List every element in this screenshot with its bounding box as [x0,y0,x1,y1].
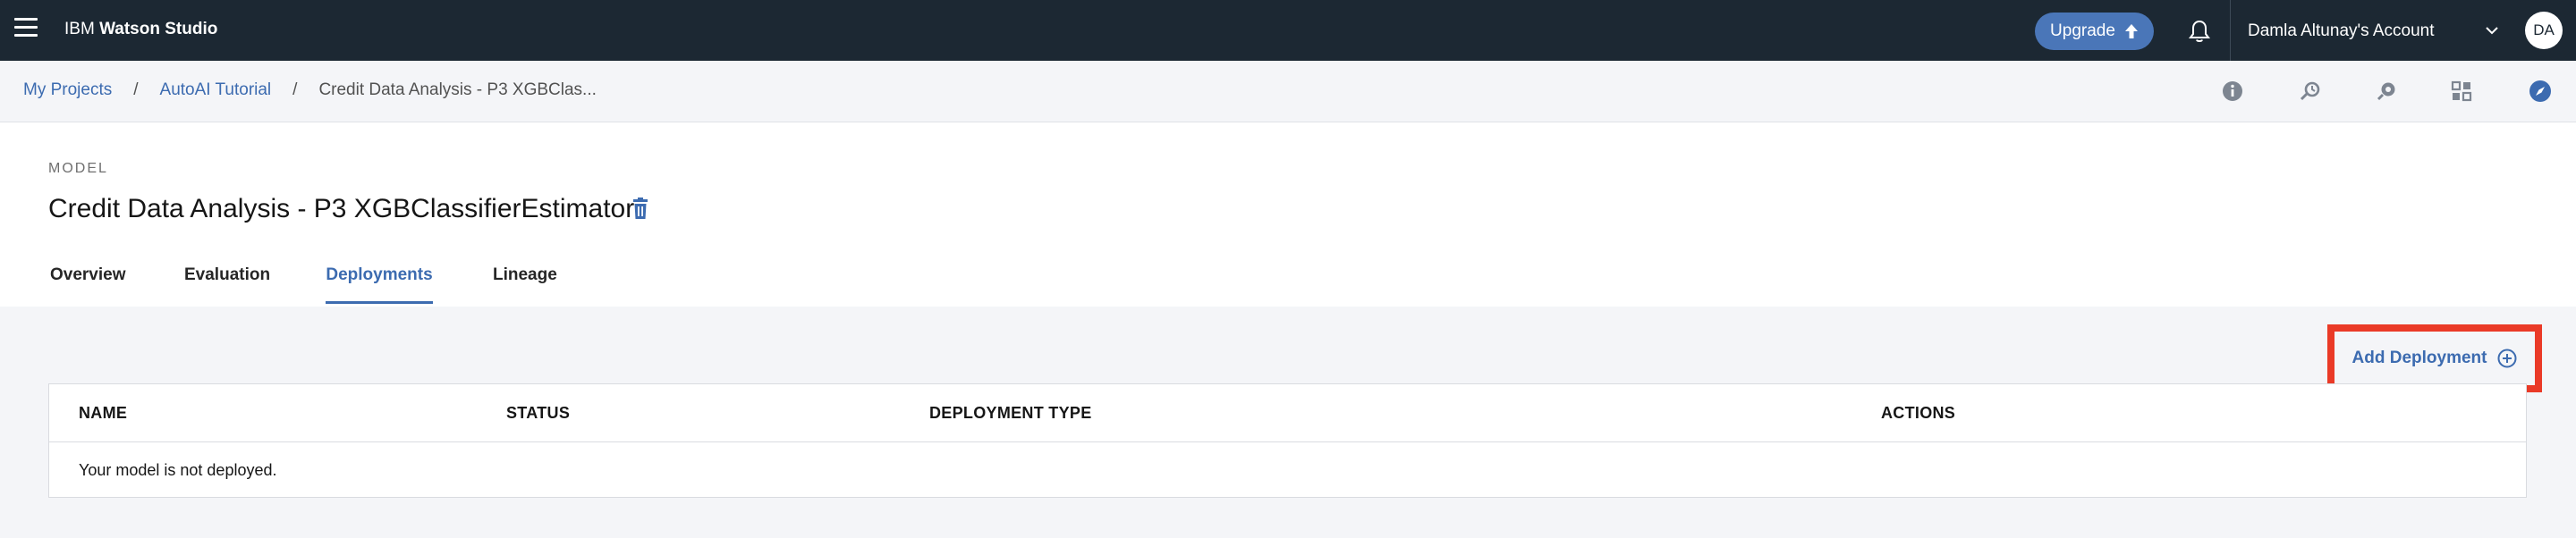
breadcrumb-current: Credit Data Analysis - P3 XGBClas... [318,80,597,99]
history-icon[interactable] [2298,79,2323,104]
tab-overview[interactable]: Overview [50,256,140,304]
tab-lineage[interactable]: Lineage [493,256,573,304]
add-deployment-label: Add Deployment [2351,349,2487,367]
add-circle-icon [2497,349,2517,368]
column-header-status[interactable]: STATUS [506,404,570,423]
upgrade-arrow-icon [2124,24,2138,38]
breadcrumb-my-projects[interactable]: My Projects [23,80,112,100]
hamburger-menu-icon[interactable] [14,18,38,39]
compass-icon[interactable] [2528,79,2553,104]
column-header-deployment-type[interactable]: DEPLOYMENT TYPE [929,404,1092,423]
upgrade-label: Upgrade [2050,21,2115,40]
breadcrumb-separator: / [133,80,139,99]
chevron-down-icon[interactable] [2485,25,2499,36]
breadcrumb: My Projects / AutoAI Tutorial / Credit D… [23,80,597,100]
tab-deployments[interactable]: Deployments [326,256,433,304]
notifications-bell-icon[interactable] [2188,19,2211,44]
top-navigation-bar: IBM Watson Studio Upgrade Damla Altunay'… [0,0,2576,61]
tab-evaluation[interactable]: Evaluation [184,256,283,304]
brand-prefix: IBM [64,20,95,38]
breadcrumb-separator: / [292,80,298,99]
brand-name: Watson Studio [99,20,218,38]
column-header-name[interactable]: NAME [79,404,127,423]
upgrade-button[interactable]: Upgrade [2035,13,2154,50]
add-deployment-button[interactable]: Add Deployment [2327,324,2542,392]
app-brand[interactable]: IBM Watson Studio [64,20,217,39]
page-header: MODEL Credit Data Analysis - P3 XGBClass… [0,122,2576,307]
asset-type-label: MODEL [48,161,108,176]
empty-state-message: Your model is not deployed. [79,461,277,479]
account-switcher[interactable]: Damla Altunay's Account [2248,21,2435,41]
user-avatar[interactable]: DA [2525,12,2563,49]
info-icon[interactable] [2220,79,2245,104]
table-header: NAME STATUS DEPLOYMENT TYPE ACTIONS [49,384,2526,442]
grid-icon[interactable] [2449,79,2474,104]
breadcrumb-bar: My Projects / AutoAI Tutorial / Credit D… [0,61,2576,122]
page-title: Credit Data Analysis - P3 XGBClassifierE… [48,194,635,223]
deployments-table: NAME STATUS DEPLOYMENT TYPE ACTIONS Your… [48,383,2527,498]
topbar-divider [2230,0,2231,61]
column-header-actions: ACTIONS [1881,404,1956,422]
trash-icon[interactable] [631,198,649,221]
data-icon[interactable] [2374,79,2399,104]
breadcrumb-autoai-tutorial[interactable]: AutoAI Tutorial [160,80,272,100]
